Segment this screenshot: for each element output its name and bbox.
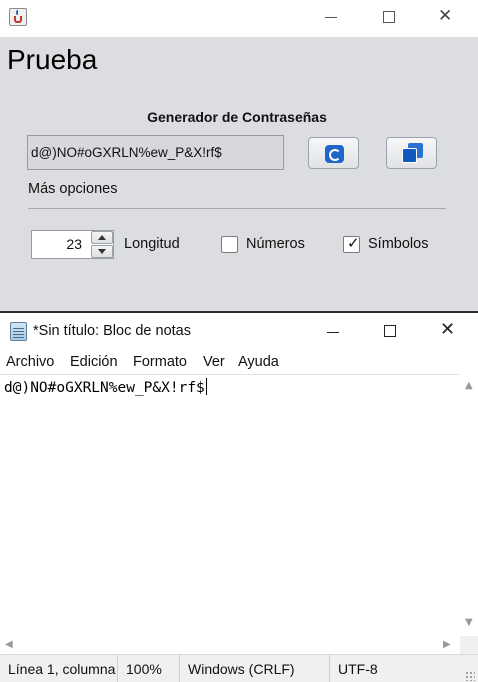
notepad-content: d@)NO#oGXRLN%ew_P&X!rf$ bbox=[4, 380, 205, 396]
notepad-title: *Sin título: Bloc de notas bbox=[33, 323, 191, 339]
status-line-ending: Windows (CRLF) bbox=[179, 655, 329, 682]
text-caret bbox=[205, 378, 207, 395]
scroll-right-arrow-icon[interactable]: ▶ bbox=[443, 639, 451, 650]
spinner-down-arrow-icon[interactable] bbox=[91, 245, 113, 258]
page-title: Prueba bbox=[7, 44, 98, 75]
java-app-icon bbox=[9, 8, 27, 26]
checkmark-icon: ✓ bbox=[347, 234, 360, 252]
menu-edicion[interactable]: Edición bbox=[70, 354, 118, 370]
notepad-text-area[interactable]: d@)NO#oGXRLN%ew_P&X!rf$ bbox=[0, 374, 460, 636]
scroll-down-arrow-icon[interactable]: ▼ bbox=[465, 617, 473, 628]
scroll-up-arrow-icon[interactable]: ▲ bbox=[465, 380, 473, 391]
length-label: Longitud bbox=[124, 236, 180, 252]
notepad-window: *Sin título: Bloc de notas ✕ Archivo Edi… bbox=[0, 311, 478, 682]
menu-ayuda[interactable]: Ayuda bbox=[238, 354, 279, 370]
horizontal-scrollbar[interactable]: ◀ ▶ bbox=[0, 636, 460, 654]
java-maximize-button[interactable] bbox=[383, 11, 395, 23]
menu-formato[interactable]: Formato bbox=[133, 354, 187, 370]
status-bar: Línea 1, columna 24 100% Windows (CRLF) … bbox=[0, 654, 478, 682]
status-encoding: UTF-8 bbox=[329, 655, 459, 682]
notepad-minimize-button[interactable] bbox=[327, 332, 339, 333]
copy-icon bbox=[402, 143, 424, 163]
scroll-left-arrow-icon[interactable]: ◀ bbox=[5, 639, 13, 650]
notepad-maximize-button[interactable] bbox=[384, 325, 396, 337]
length-spinner[interactable]: 23 bbox=[31, 230, 114, 259]
more-options-label: Más opciones bbox=[28, 181, 118, 197]
java-titlebar[interactable]: ✕ bbox=[0, 0, 478, 37]
notepad-app-icon bbox=[10, 322, 27, 341]
java-close-button[interactable]: ✕ bbox=[438, 6, 452, 26]
menu-archivo[interactable]: Archivo bbox=[6, 354, 54, 370]
copy-button[interactable] bbox=[386, 137, 437, 169]
length-value[interactable]: 23 bbox=[32, 231, 90, 258]
password-field[interactable]: d@)NO#oGXRLN%ew_P&X!rf$ bbox=[27, 135, 284, 170]
menu-ver[interactable]: Ver bbox=[203, 354, 225, 370]
notepad-menubar: Archivo Edición Formato Ver Ayuda bbox=[0, 354, 478, 374]
symbols-checkbox[interactable]: ✓ bbox=[343, 234, 360, 253]
numbers-label[interactable]: Números bbox=[246, 236, 305, 252]
vertical-scrollbar[interactable]: ▲ ▼ bbox=[460, 374, 478, 636]
refresh-icon bbox=[325, 145, 344, 163]
notepad-titlebar[interactable]: *Sin título: Bloc de notas ✕ bbox=[0, 313, 478, 351]
numbers-checkbox[interactable] bbox=[221, 236, 238, 253]
symbols-label[interactable]: Símbolos bbox=[368, 236, 428, 252]
notepad-close-button[interactable]: ✕ bbox=[440, 320, 455, 340]
status-cursor-position: Línea 1, columna 24 bbox=[8, 661, 117, 677]
java-minimize-button[interactable] bbox=[325, 17, 337, 18]
scroll-corner bbox=[460, 636, 478, 654]
spinner-up-arrow-icon[interactable] bbox=[91, 231, 113, 244]
resize-grip-icon[interactable] bbox=[465, 671, 475, 681]
regenerate-button[interactable] bbox=[308, 137, 359, 169]
java-window: ✕ Prueba Generador de Contraseñas d@)NO#… bbox=[0, 0, 478, 311]
status-zoom: 100% bbox=[117, 655, 179, 682]
generator-title: Generador de Contraseñas bbox=[147, 109, 327, 125]
divider bbox=[28, 208, 446, 209]
